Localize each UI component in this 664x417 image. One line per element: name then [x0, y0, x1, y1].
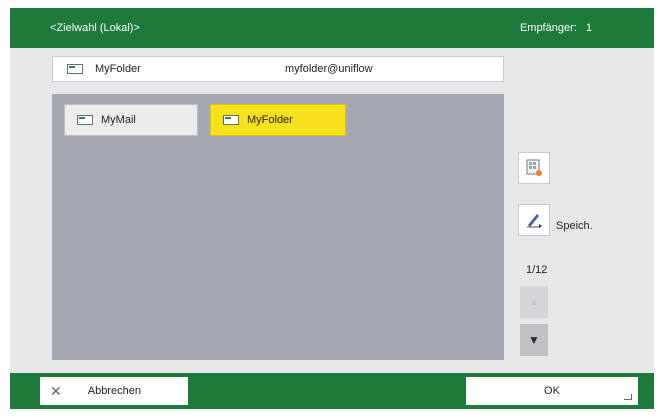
scroll-up-button[interactable]: ▲: [520, 286, 548, 318]
screen-title: <Zielwahl (Lokal)>: [50, 22, 140, 34]
recipients-indicator: Empfänger: 1: [520, 22, 592, 34]
cancel-label: Abbrechen: [87, 385, 141, 397]
title-bar: <Zielwahl (Lokal)> Empfänger: 1: [10, 8, 654, 48]
address-list: MyMail MyFolder: [52, 94, 504, 360]
address-book-icon: [526, 159, 542, 176]
corner-arrow-icon: [624, 394, 632, 400]
recipients-count: 1: [585, 22, 592, 34]
entry-button-myfolder[interactable]: MyFolder: [210, 104, 346, 136]
cancel-button[interactable]: ✕ Abbrechen: [40, 377, 188, 405]
pen-save-icon: [527, 214, 542, 228]
recipients-label: Empfänger:: [519, 22, 577, 34]
entry-label: MyMail: [101, 114, 136, 126]
address-entry-icon: [67, 64, 83, 74]
address-entry-icon: [223, 115, 239, 125]
address-entry-icon: [77, 115, 93, 125]
entry-button-mymail[interactable]: MyMail: [64, 104, 198, 136]
destination-address: myfolder@uniflow: [285, 63, 373, 75]
save-label: Speich.: [556, 220, 593, 232]
entry-label: MyFolder: [247, 114, 293, 126]
address-book-button[interactable]: [518, 152, 550, 184]
destination-name: MyFolder: [95, 63, 141, 75]
ok-button[interactable]: OK: [466, 377, 638, 405]
close-icon: ✕: [50, 382, 62, 399]
selected-destination-row[interactable]: MyFolder myfolder@uniflow: [52, 56, 504, 82]
page-indicator: 1/12: [526, 264, 548, 276]
triangle-down-icon: ▼: [528, 333, 540, 347]
main-content: MyFolder myfolder@uniflow MyMail MyFolde…: [10, 48, 654, 373]
triangle-up-icon: ▲: [529, 296, 539, 308]
ok-label: OK: [544, 385, 560, 397]
scroll-down-button[interactable]: ▼: [520, 324, 548, 356]
footer-bar: ✕ Abbrechen OK: [10, 373, 654, 409]
save-button[interactable]: [518, 204, 550, 236]
